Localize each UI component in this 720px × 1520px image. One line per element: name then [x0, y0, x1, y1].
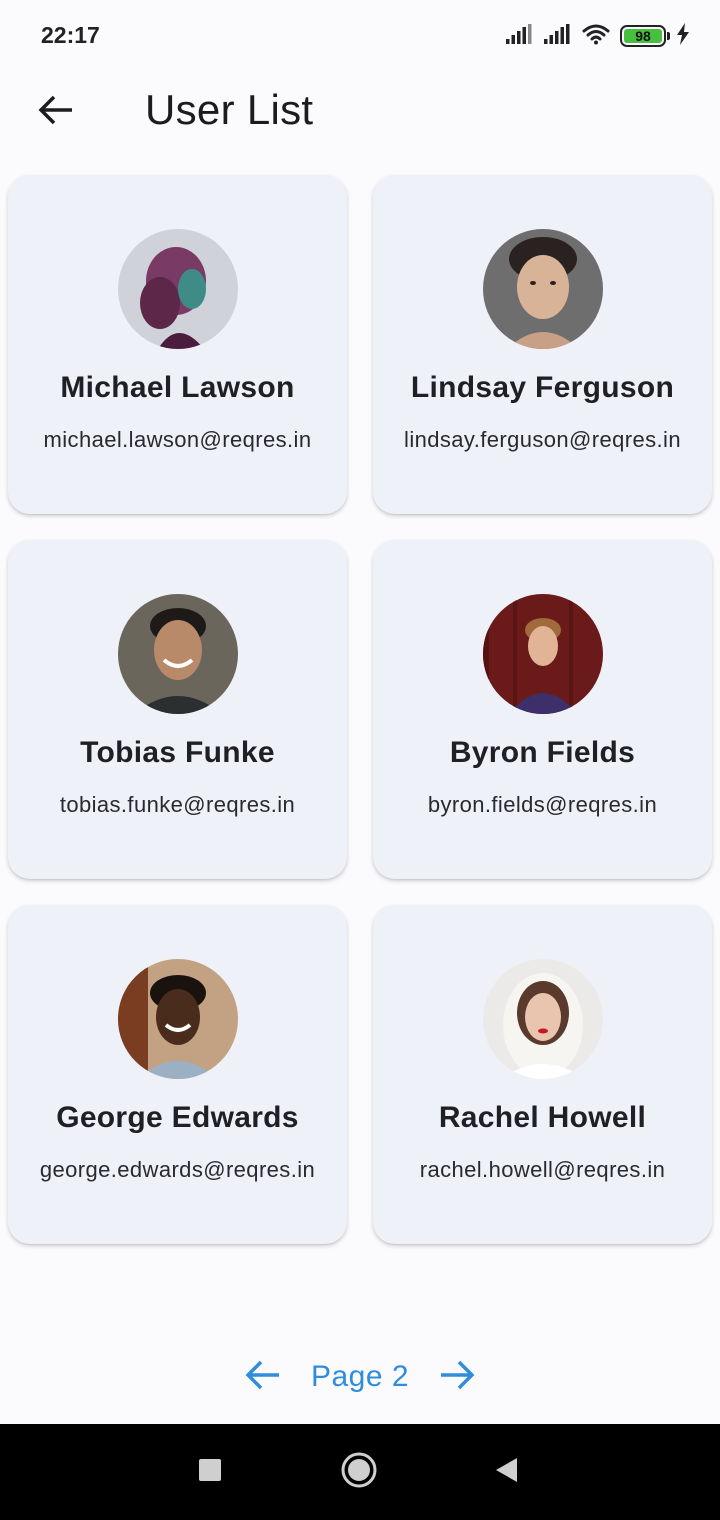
user-email: byron.fields@reqres.in [427, 792, 658, 817]
user-name: Tobias Funke [80, 736, 275, 769]
user-card[interactable]: Lindsay Ferguson lindsay.ferguson@reqres… [373, 175, 712, 514]
user-name: George Edwards [56, 1101, 299, 1134]
screen: 22:17 98 User List Michael Lawson michae… [0, 0, 720, 1520]
signal-icon [506, 23, 534, 49]
pagination: Page 2 [0, 1350, 720, 1404]
app-bar: User List [0, 70, 720, 152]
system-nav-bar [0, 1424, 720, 1520]
avatar [117, 229, 238, 349]
battery-icon: 98 [620, 25, 670, 47]
user-card[interactable]: Michael Lawson michael.lawson@reqres.in [8, 175, 347, 514]
arrow-left-icon [245, 1359, 281, 1396]
arrow-left-icon [38, 94, 74, 131]
user-card[interactable]: Rachel Howell rachel.howell@reqres.in [373, 905, 712, 1244]
user-card[interactable]: Tobias Funke tobias.funke@reqres.in [8, 540, 347, 879]
previous-page-button[interactable] [243, 1357, 283, 1397]
status-time: 22:17 [41, 22, 100, 48]
user-card[interactable]: George Edwards george.edwards@reqres.in [8, 905, 347, 1244]
arrow-right-icon [439, 1359, 475, 1396]
signal-icon [544, 23, 572, 49]
home-button[interactable] [339, 1452, 379, 1492]
page-title: User List [145, 86, 314, 133]
status-bar: 22:17 98 [0, 0, 720, 70]
avatar [482, 959, 603, 1079]
page-indicator: Page 2 [310, 1360, 410, 1393]
avatar [117, 594, 238, 714]
charging-bolt-icon [676, 22, 690, 50]
user-name: Michael Lawson [60, 371, 295, 404]
user-email: tobias.funke@reqres.in [59, 792, 296, 817]
status-icons: 98 [506, 22, 690, 50]
back-triangle-icon [493, 1456, 519, 1489]
back-button[interactable] [28, 84, 84, 140]
user-email: lindsay.ferguson@reqres.in [404, 427, 681, 452]
battery-level: 98 [624, 28, 662, 44]
avatar [482, 594, 603, 714]
wifi-icon [582, 23, 610, 50]
user-email: michael.lawson@reqres.in [43, 427, 312, 452]
user-grid: Michael Lawson michael.lawson@reqres.in … [8, 175, 712, 1244]
recents-square-icon [198, 1458, 222, 1487]
user-name: Byron Fields [449, 736, 636, 769]
avatar [482, 229, 603, 349]
user-email: rachel.howell@reqres.in [419, 1157, 666, 1182]
user-name: Lindsay Ferguson [410, 371, 675, 404]
user-email: george.edwards@reqres.in [39, 1157, 316, 1182]
recents-button[interactable] [190, 1452, 230, 1492]
home-circle-icon [340, 1451, 378, 1494]
avatar [117, 959, 238, 1079]
user-card[interactable]: Byron Fields byron.fields@reqres.in [373, 540, 712, 879]
next-page-button[interactable] [437, 1357, 477, 1397]
user-name: Rachel Howell [438, 1101, 647, 1134]
system-back-button[interactable] [486, 1452, 526, 1492]
